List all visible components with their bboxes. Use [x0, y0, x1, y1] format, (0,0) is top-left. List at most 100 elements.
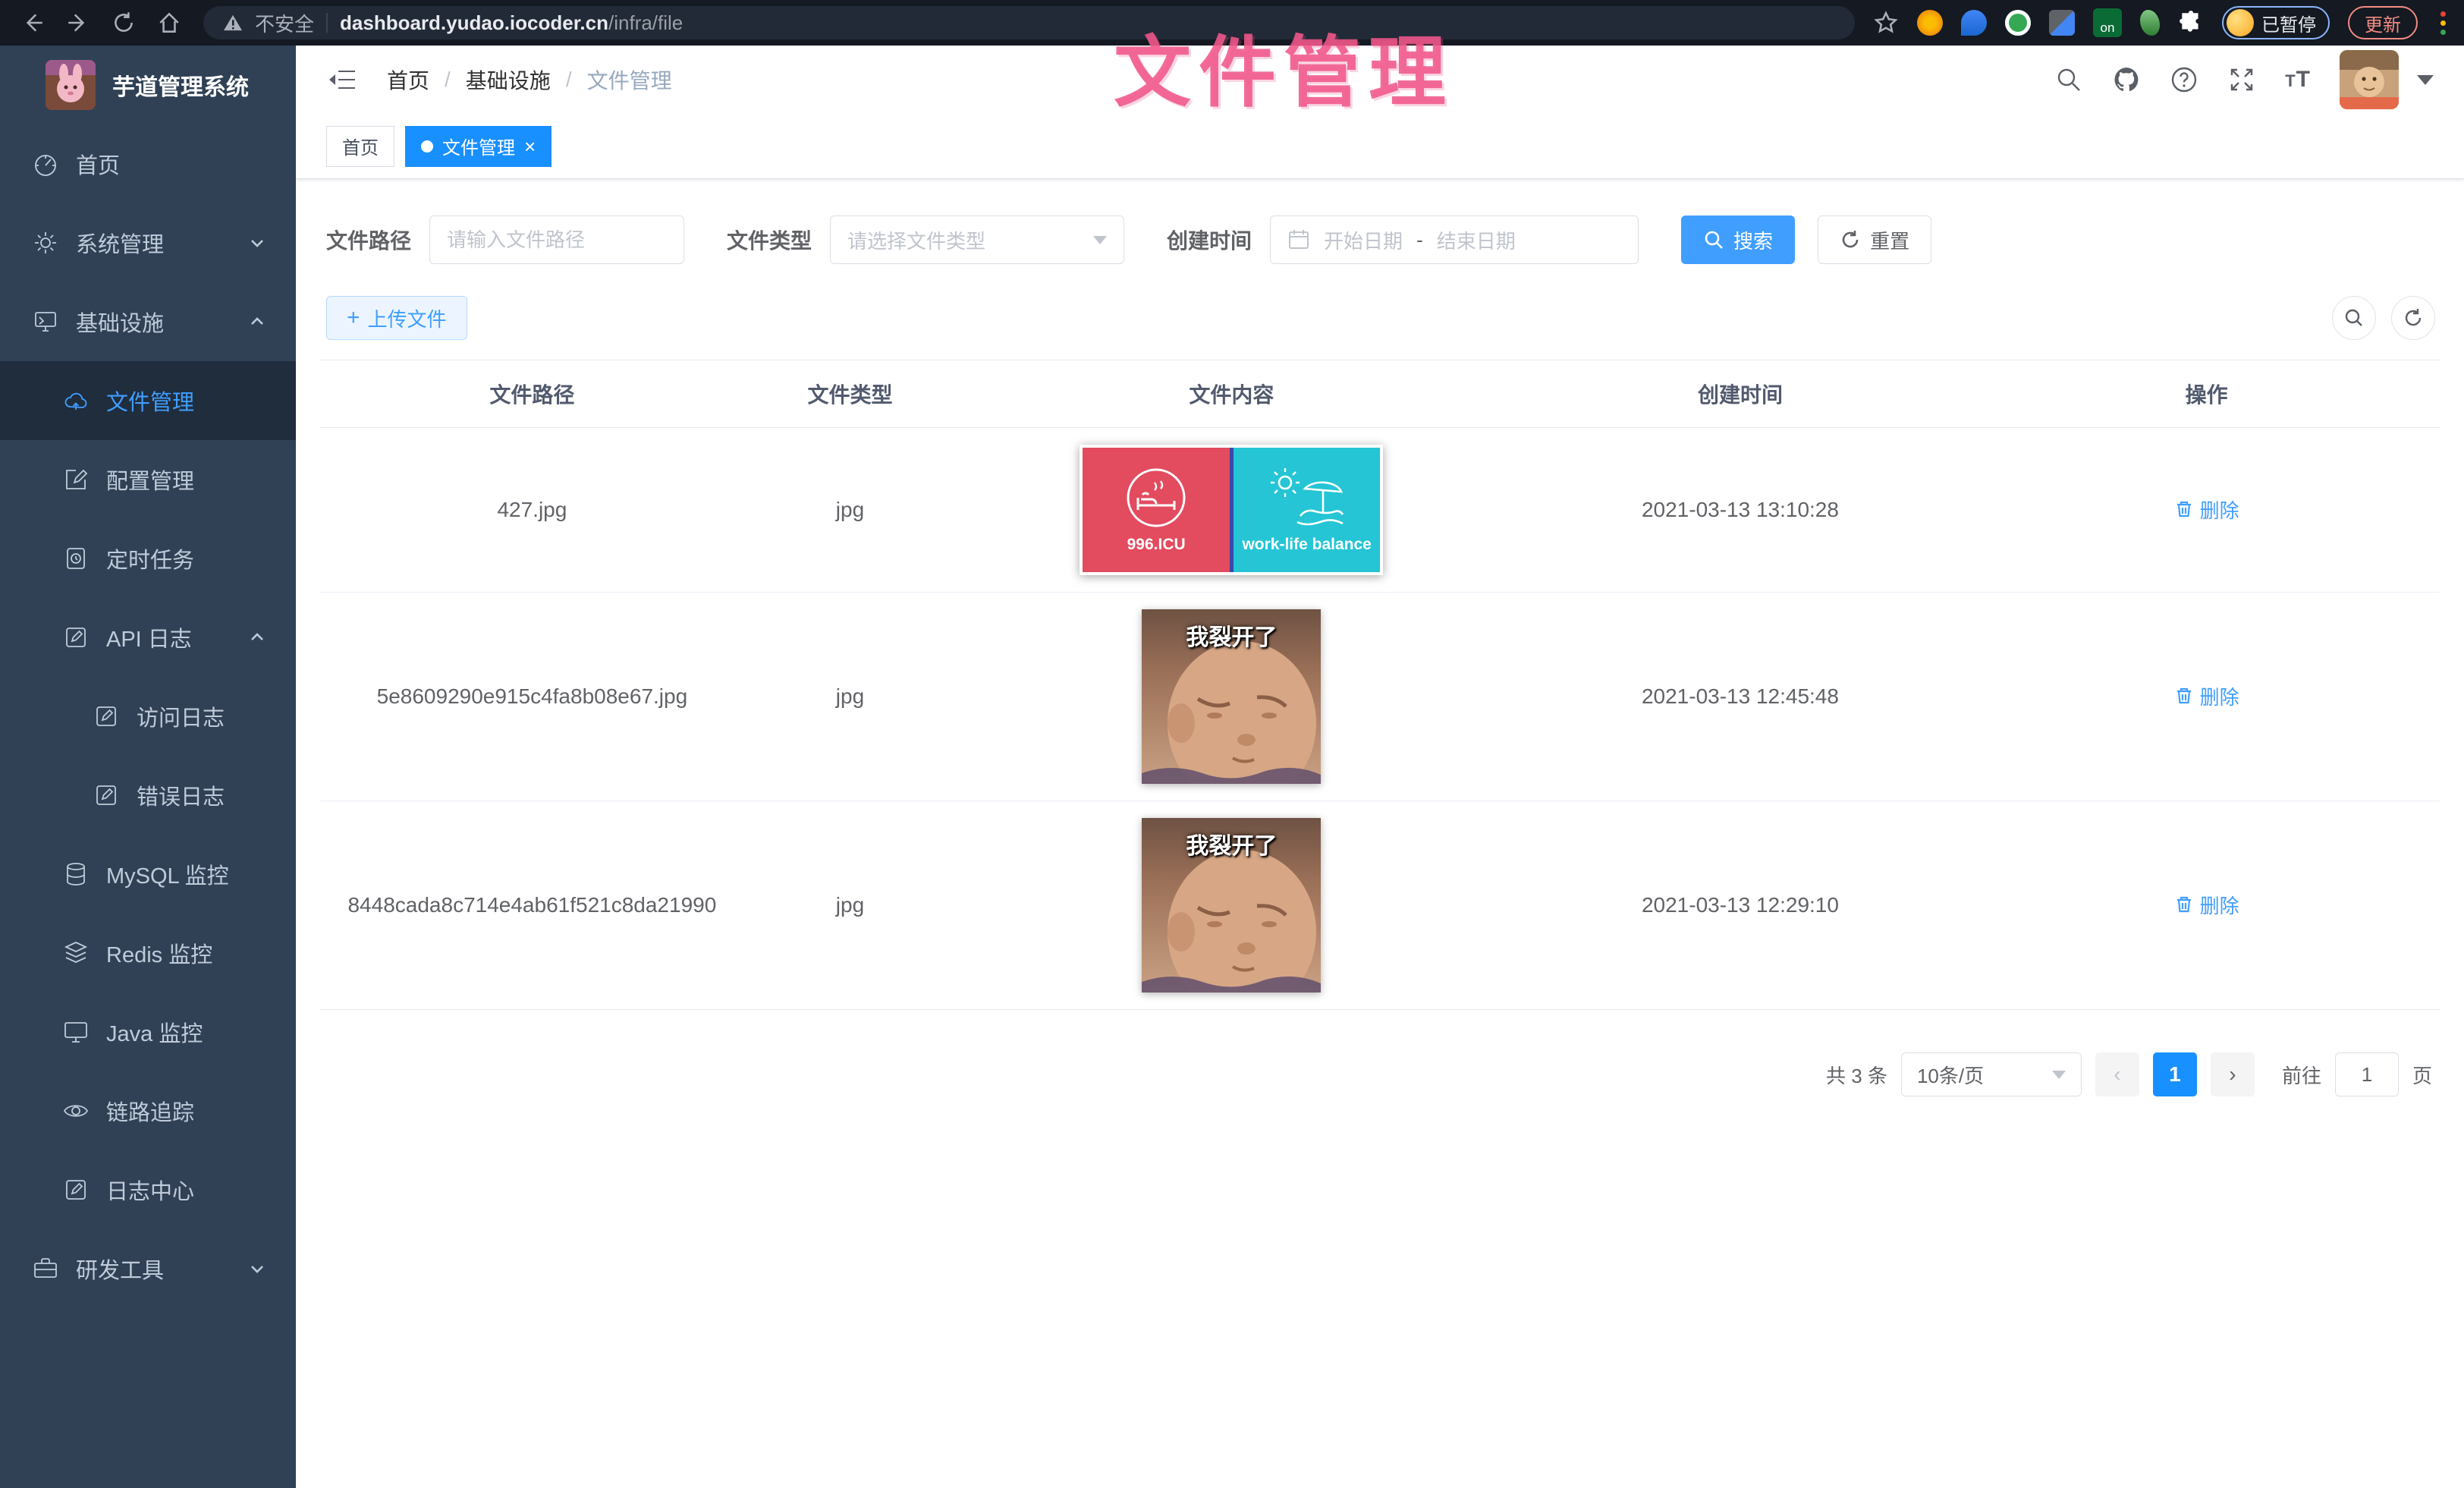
search-icon[interactable]	[2054, 65, 2083, 94]
sidebar-item-mysql[interactable]: MySQL 监控	[0, 835, 296, 914]
chevron-down-icon	[1093, 236, 1107, 244]
caret-down-icon[interactable]	[2417, 75, 2434, 85]
996icu-label: 996.ICU	[1127, 536, 1186, 554]
create-time-label: 创建时间	[1167, 225, 1252, 255]
reset-button[interactable]: 重置	[1818, 215, 1931, 264]
extension-icon-green[interactable]	[2005, 10, 2031, 36]
update-button[interactable]: 更新	[2348, 6, 2418, 39]
delete-label: 删除	[2200, 891, 2239, 919]
profile-chip[interactable]: 已暂停	[2222, 6, 2330, 39]
sidebar-item-label: Java 监控	[106, 1016, 203, 1048]
sidebar-item-label: API 日志	[106, 621, 192, 653]
fullscreen-icon[interactable]	[2227, 65, 2256, 94]
upload-button[interactable]: + 上传文件	[326, 296, 467, 340]
file-type-select[interactable]: 请选择文件类型	[830, 215, 1124, 264]
edit-icon	[62, 466, 90, 493]
refresh-button[interactable]	[2391, 296, 2435, 340]
file-table: 文件路径 文件类型 文件内容 创建时间 操作 427.jpg jpg	[320, 360, 2440, 1010]
tab-home[interactable]: 首页	[326, 126, 394, 167]
reset-button-label: 重置	[1870, 226, 1909, 254]
breadcrumb-separator: /	[566, 68, 572, 92]
forward-icon[interactable]	[65, 10, 91, 36]
sidebar-item-system[interactable]: 系统管理	[0, 203, 296, 282]
extension-icon-sprout[interactable]	[2140, 10, 2160, 36]
reload-icon[interactable]	[111, 10, 137, 36]
extension-icon-on-badge[interactable]: on	[2093, 8, 2122, 37]
delete-button[interactable]: 删除	[2174, 495, 2239, 524]
sidebar-item-dev-tools[interactable]: 研发工具	[0, 1229, 296, 1308]
file-preview-baby-meme[interactable]: 我裂开了	[1142, 609, 1321, 784]
date-range-picker[interactable]: 开始日期 - 结束日期	[1270, 215, 1639, 264]
sidebar-item-java[interactable]: Java 监控	[0, 993, 296, 1071]
breadcrumb-home[interactable]: 首页	[387, 64, 429, 95]
sidebar-item-label: MySQL 监控	[106, 858, 229, 890]
log-icon	[62, 1176, 90, 1203]
breadcrumb-infra[interactable]: 基础设施	[466, 64, 551, 95]
sidebar-item-access-log[interactable]: 访问日志	[0, 677, 296, 756]
active-dot	[421, 140, 433, 153]
file-path-label: 文件路径	[326, 225, 411, 255]
pagination: 共 3 条 10条/页 ‹ 1 › 前往 页	[320, 1052, 2432, 1096]
page-size-value: 10条/页	[1917, 1061, 1984, 1089]
col-file-type: 文件类型	[744, 360, 956, 428]
delete-button[interactable]: 删除	[2174, 891, 2239, 919]
menu-dots-icon[interactable]	[2440, 11, 2446, 35]
next-page-button[interactable]: ›	[2211, 1052, 2255, 1096]
security-label[interactable]: 不安全	[255, 9, 314, 37]
sidebar-item-trace[interactable]: 链路追踪	[0, 1071, 296, 1150]
goto-page-input[interactable]	[2335, 1052, 2399, 1096]
sidebar-item-log-center[interactable]: 日志中心	[0, 1150, 296, 1229]
pagination-total: 共 3 条	[1826, 1061, 1887, 1089]
prev-page-button[interactable]: ‹	[2095, 1052, 2139, 1096]
address-bar[interactable]: 不安全 dashboard.yudao.iocoder.cn/infra/fil…	[203, 6, 1855, 39]
star-icon[interactable]	[1873, 10, 1899, 36]
puzzle-icon[interactable]	[2178, 10, 2204, 36]
sidebar-item-config[interactable]: 配置管理	[0, 440, 296, 519]
font-size-icon[interactable]: TT	[2285, 67, 2311, 93]
extension-icon-orange[interactable]	[1917, 10, 1943, 36]
sidebar-logo[interactable]: 芋道管理系统	[0, 46, 296, 124]
extension-icon-pin[interactable]	[1961, 10, 1987, 36]
sidebar-menu: 首页 系统管理 基础设施 文件管理 配置管理 定时任务 API 日志	[0, 124, 296, 1308]
table-row: 8448cada8c714e4ab61f521c8da21990 jpg	[320, 801, 2440, 1010]
file-preview-996icu[interactable]: 996.ICU work-life balance	[1080, 445, 1383, 575]
extension-icon-grid[interactable]	[2049, 10, 2075, 36]
hamburger-fold-icon[interactable]	[326, 64, 358, 96]
file-preview-baby-meme[interactable]: 我裂开了	[1142, 818, 1321, 993]
page-content: 文件路径 文件类型 请选择文件类型 创建时间 开始日期 - 结束日期 搜索	[296, 179, 2464, 1096]
url-text[interactable]: dashboard.yudao.iocoder.cn/infra/file	[340, 11, 683, 35]
help-icon[interactable]	[2170, 65, 2198, 94]
page-unit-label: 页	[2412, 1061, 2432, 1089]
sidebar-item-api-log[interactable]: API 日志	[0, 598, 296, 677]
file-path-input[interactable]	[447, 228, 667, 252]
page-size-select[interactable]: 10条/页	[1901, 1052, 2082, 1096]
sidebar-item-redis[interactable]: Redis 监控	[0, 914, 296, 993]
close-icon[interactable]: ×	[524, 137, 536, 156]
cell-file-path: 8448cada8c714e4ab61f521c8da21990	[320, 801, 744, 1010]
breadcrumb-separator: /	[445, 68, 451, 92]
toggle-search-button[interactable]	[2332, 296, 2376, 340]
github-icon[interactable]	[2112, 65, 2141, 94]
on-badge-label: on	[2101, 20, 2115, 36]
col-file-path: 文件路径	[320, 360, 744, 428]
sidebar-item-home[interactable]: 首页	[0, 124, 296, 203]
page-number-label: 1	[2169, 1062, 2181, 1087]
monitor-icon	[62, 1018, 90, 1046]
tab-label: 首页	[342, 133, 379, 159]
tab-file-manage[interactable]: 文件管理 ×	[405, 126, 552, 167]
cell-create-time: 2021-03-13 12:29:10	[1507, 801, 1974, 1010]
search-button[interactable]: 搜索	[1681, 215, 1795, 264]
back-icon[interactable]	[20, 10, 46, 36]
user-avatar[interactable]	[2340, 50, 2399, 109]
header-tools: TT	[2054, 50, 2434, 109]
sidebar-item-job[interactable]: 定时任务	[0, 519, 296, 598]
meme-text: 我裂开了	[1142, 827, 1321, 860]
sidebar-item-file-manage[interactable]: 文件管理	[0, 361, 296, 440]
sidebar-item-infra[interactable]: 基础设施	[0, 282, 296, 361]
sidebar-item-error-log[interactable]: 错误日志	[0, 756, 296, 835]
col-file-content: 文件内容	[956, 360, 1507, 428]
page-number-1[interactable]: 1	[2153, 1052, 2197, 1096]
delete-button[interactable]: 删除	[2174, 682, 2239, 710]
home-icon[interactable]	[156, 10, 182, 36]
toolbox-icon	[32, 1255, 59, 1282]
